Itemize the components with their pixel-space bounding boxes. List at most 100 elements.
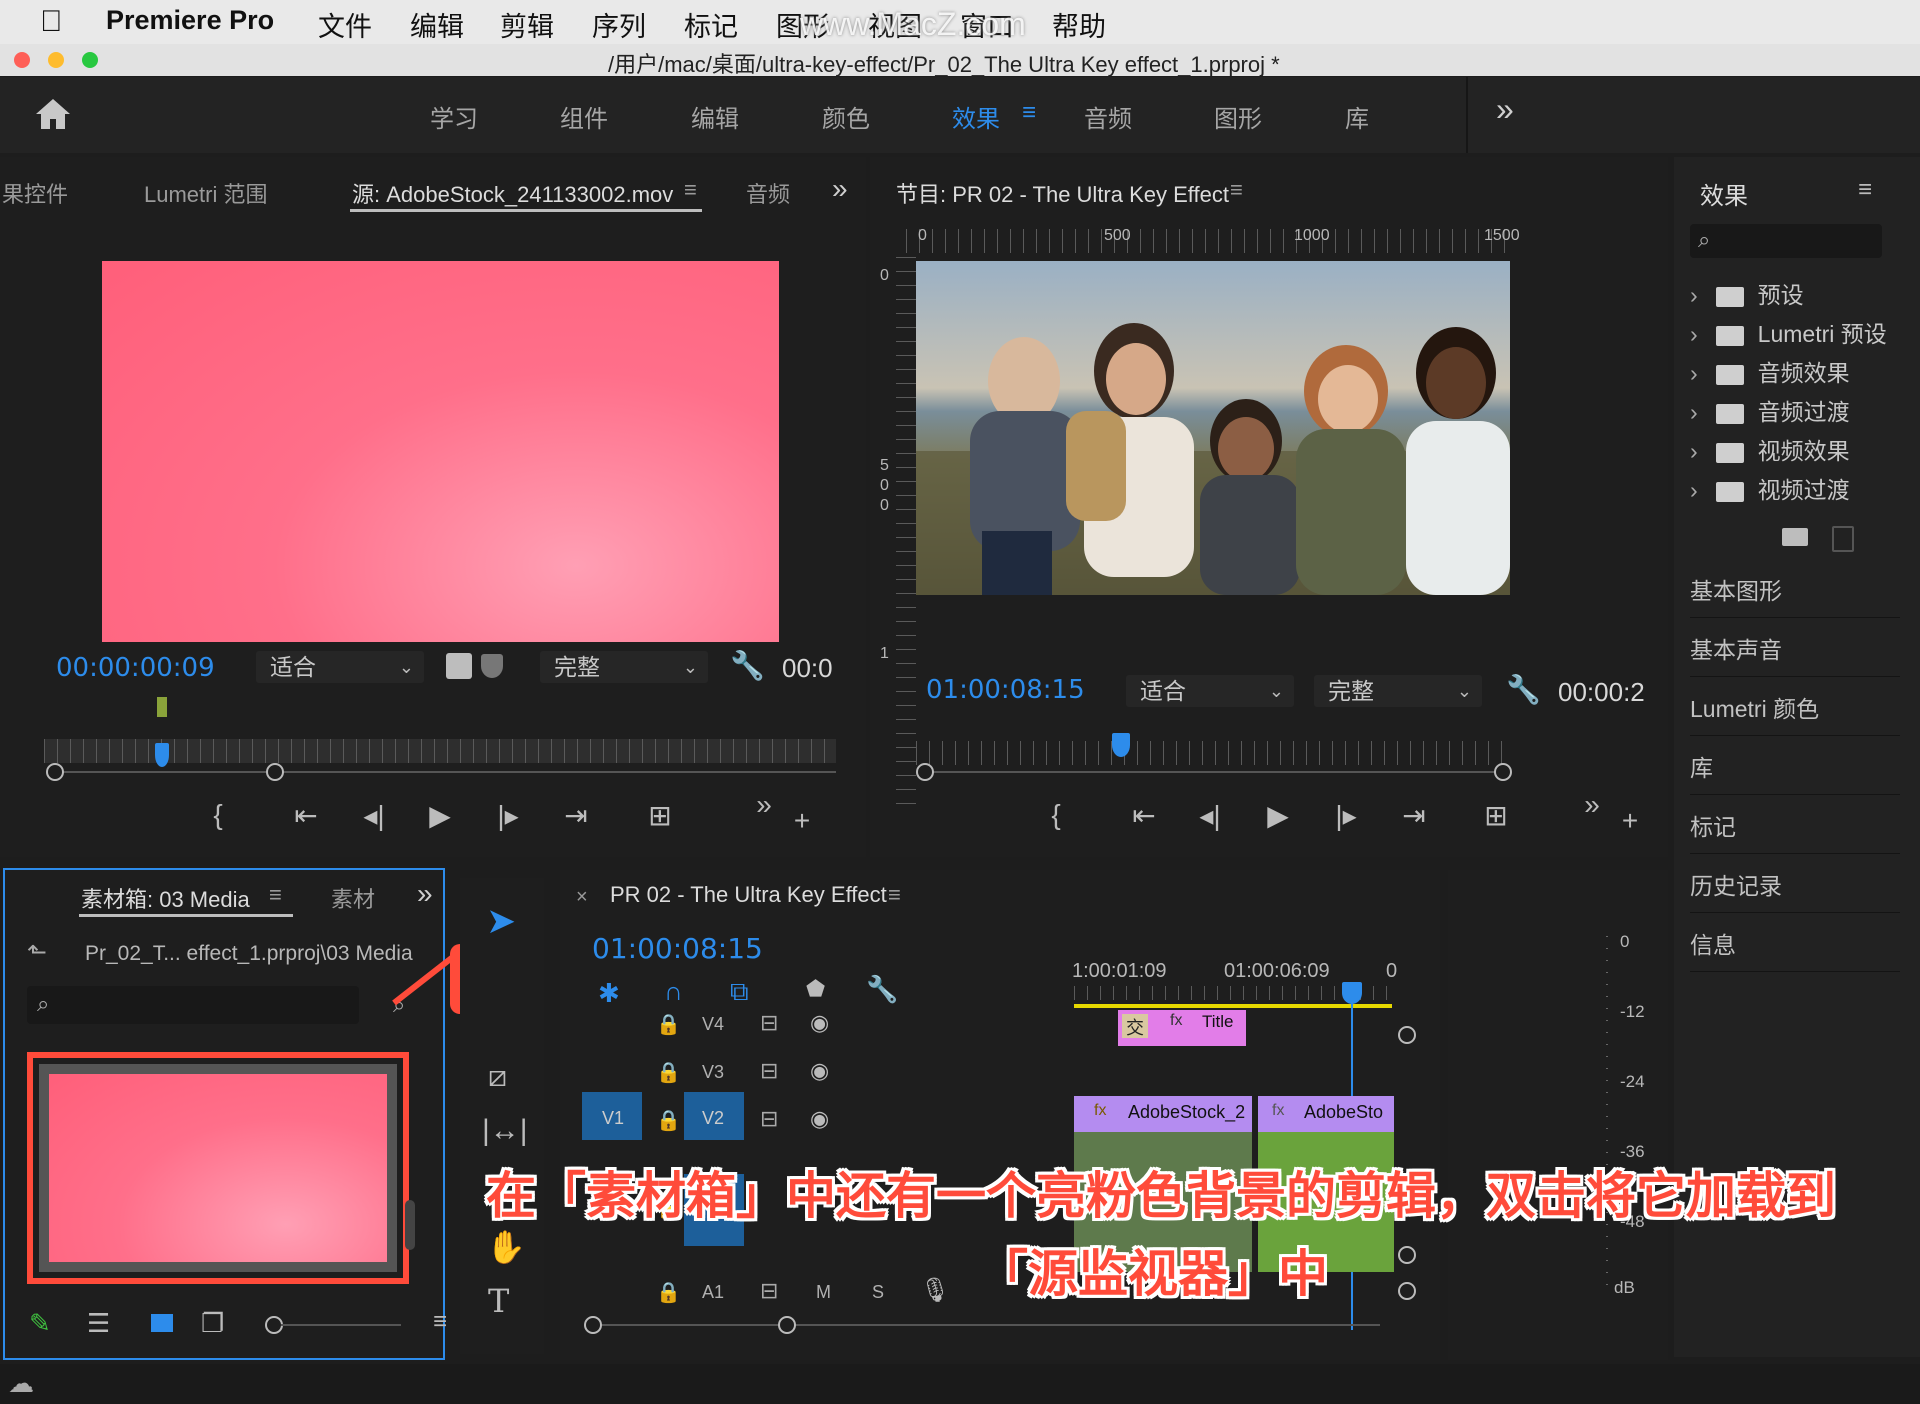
- eye-icon[interactable]: ◉: [810, 1058, 829, 1084]
- program-go-to-out-button[interactable]: ⇥: [1392, 799, 1436, 832]
- program-settings-wrench-icon[interactable]: 🔧: [1506, 673, 1541, 706]
- expand-chevron-icon[interactable]: ›: [1690, 438, 1698, 464]
- effects-search-input[interactable]: [1726, 228, 1880, 254]
- lock-icon[interactable]: 🔒: [656, 1060, 681, 1085]
- source-zoom-start-handle[interactable]: [46, 763, 64, 781]
- program-step-forward-button[interactable]: |▸: [1324, 799, 1368, 832]
- effects-panel-menu-icon[interactable]: ≡: [1858, 176, 1872, 204]
- program-mark-in-button[interactable]: {: [1034, 799, 1078, 831]
- bin-menu-icon[interactable]: ≡: [433, 1308, 447, 1336]
- source-tab-menu-icon[interactable]: ≡: [684, 177, 697, 203]
- program-zoom-bar[interactable]: [926, 771, 1504, 773]
- trash-icon[interactable]: [1832, 526, 1854, 552]
- workspace-tab-effects[interactable]: 效果: [952, 99, 1000, 134]
- effects-folder-audio-effects[interactable]: › 音频效果: [1690, 354, 1850, 388]
- program-add-button-icon[interactable]: +: [1608, 805, 1652, 837]
- solo-button[interactable]: S: [872, 1282, 884, 1303]
- expand-chevron-icon[interactable]: ›: [1690, 360, 1698, 386]
- selected-clip-highlight[interactable]: [27, 1052, 409, 1284]
- tab-bin-2[interactable]: 素材: [331, 882, 375, 914]
- sync-lock-icon[interactable]: ⊟: [760, 1058, 778, 1084]
- effects-folder-audio-transitions[interactable]: › 音频过渡: [1690, 393, 1850, 427]
- close-window-button[interactable]: [14, 52, 30, 68]
- tab-effect-controls[interactable]: 果控件: [2, 177, 68, 209]
- menu-file[interactable]: 文件: [318, 5, 372, 44]
- minimize-window-button[interactable]: [48, 52, 64, 68]
- microphone-icon[interactable]: 🎙: [920, 1276, 950, 1305]
- workspace-menu-icon[interactable]: ≡: [1022, 99, 1036, 127]
- sync-lock-icon[interactable]: ⊟: [760, 1278, 778, 1304]
- mute-button[interactable]: M: [816, 1282, 831, 1303]
- panel-overflow-icon[interactable]: »: [832, 173, 848, 205]
- title-clip[interactable]: 交 fx Title: [1118, 1010, 1246, 1046]
- timeline-v-scroll-handle[interactable]: [1398, 1282, 1416, 1300]
- side-panel-essential-graphics[interactable]: 基本图形: [1690, 565, 1900, 618]
- effects-folder-lumetri-presets[interactable]: › Lumetri 预设: [1690, 315, 1887, 349]
- menu-markers[interactable]: 标记: [684, 5, 738, 44]
- timeline-timecode[interactable]: 01:00:08:15: [592, 932, 763, 965]
- selection-tool-icon[interactable]: ➤: [486, 900, 516, 942]
- safe-margin-icon[interactable]: [446, 653, 472, 679]
- program-monitor-title[interactable]: 节目: PR 02 - The Ultra Key Effect: [896, 177, 1229, 209]
- adobestock-clip-2[interactable]: fx AdobeSto: [1258, 1096, 1394, 1132]
- effects-folder-video-effects[interactable]: › 视频效果: [1690, 432, 1850, 466]
- expand-chevron-icon[interactable]: ›: [1690, 477, 1698, 503]
- apple-icon[interactable]: : [40, 5, 63, 39]
- sync-lock-icon[interactable]: ⊟: [760, 1106, 778, 1132]
- bin-up-folder-icon[interactable]: ⬑: [27, 938, 47, 967]
- tab-bin-media[interactable]: 素材箱: 03 Media: [81, 882, 250, 914]
- effects-panel-title[interactable]: 效果: [1700, 176, 1748, 211]
- lock-icon[interactable]: 🔒: [656, 1108, 681, 1133]
- freeform-view-icon[interactable]: ❐: [201, 1308, 224, 1339]
- zoom-window-button[interactable]: [82, 52, 98, 68]
- new-bin-icon[interactable]: [1782, 528, 1808, 546]
- bin-search-field[interactable]: ⌕: [27, 986, 359, 1024]
- effects-folder-presets[interactable]: › 预设: [1690, 276, 1804, 310]
- timeline-v-scroll-handle[interactable]: [1398, 1026, 1416, 1044]
- adobestock-clip-1[interactable]: fx AdobeStock_2: [1074, 1096, 1252, 1132]
- program-step-back-button[interactable]: ◂|: [1188, 799, 1232, 832]
- source-zoom-end-handle[interactable]: [266, 763, 284, 781]
- lift-button[interactable]: ⊞: [1474, 799, 1518, 832]
- go-to-out-button[interactable]: ⇥: [554, 799, 598, 832]
- step-forward-button[interactable]: |▸: [486, 799, 530, 832]
- timeline-zoom-bar[interactable]: [600, 1324, 1380, 1326]
- timeline-zoom-end-handle[interactable]: [778, 1316, 796, 1334]
- menu-help[interactable]: 帮助: [1052, 5, 1106, 44]
- mark-in-button[interactable]: {: [196, 799, 240, 831]
- menu-edit[interactable]: 编辑: [410, 5, 464, 44]
- icon-view-icon[interactable]: [151, 1314, 173, 1332]
- timeline-v-scroll-handle[interactable]: [1398, 1246, 1416, 1264]
- insert-marker-icon[interactable]: [481, 654, 503, 678]
- side-panel-markers[interactable]: 标记: [1690, 801, 1900, 854]
- thumbnail-size-slider[interactable]: [281, 1324, 401, 1326]
- program-tab-menu-icon[interactable]: ≡: [1230, 177, 1243, 203]
- go-to-in-button[interactable]: ⇤: [284, 799, 328, 832]
- workspace-tab-learn[interactable]: 学习: [430, 99, 478, 134]
- menu-sequence[interactable]: 序列: [592, 5, 646, 44]
- effects-search-field[interactable]: ⌕: [1690, 224, 1882, 258]
- razor-tool-icon[interactable]: ⧄: [488, 1060, 507, 1094]
- workspace-tab-assembly[interactable]: 组件: [560, 99, 608, 134]
- program-playhead[interactable]: [1112, 733, 1131, 757]
- side-panel-info[interactable]: 信息: [1690, 919, 1900, 972]
- home-icon[interactable]: [34, 97, 72, 131]
- step-back-button[interactable]: ◂|: [352, 799, 396, 832]
- app-name[interactable]: Premiere Pro: [106, 5, 274, 36]
- close-sequence-icon[interactable]: ×: [576, 886, 588, 909]
- side-panel-libraries[interactable]: 库: [1690, 742, 1900, 795]
- snap-nest-icon[interactable]: ✱: [598, 978, 620, 1009]
- expand-chevron-icon[interactable]: ›: [1690, 399, 1698, 425]
- timeline-settings-wrench-icon[interactable]: 🔧: [866, 974, 898, 1005]
- source-add-button-icon[interactable]: +: [780, 805, 824, 837]
- workspace-tab-audio[interactable]: 音频: [1084, 99, 1132, 134]
- workspace-tab-graphics[interactable]: 图形: [1214, 99, 1262, 134]
- side-panel-history[interactable]: 历史记录: [1690, 860, 1900, 913]
- eye-icon[interactable]: ◉: [810, 1106, 829, 1132]
- list-view-icon[interactable]: ☰: [87, 1308, 110, 1339]
- source-quality-dropdown[interactable]: 完整 ⌄: [540, 651, 708, 683]
- workspace-overflow-icon[interactable]: »: [1496, 91, 1514, 128]
- linked-selection-icon[interactable]: ⧉: [730, 976, 749, 1008]
- type-tool-icon[interactable]: T: [488, 1282, 509, 1320]
- menu-clip[interactable]: 剪辑: [500, 5, 554, 44]
